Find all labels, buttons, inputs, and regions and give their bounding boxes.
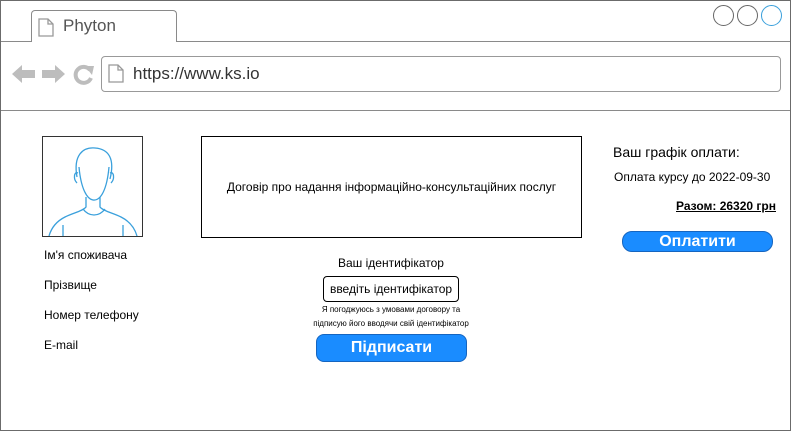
payment-schedule-title: Ваш графік оплати: <box>613 144 740 160</box>
payment-due-date: Оплата курсу до 2022-09-30 <box>614 170 771 184</box>
field-surname: Прізвище <box>44 278 97 292</box>
page-icon <box>38 18 54 42</box>
reload-icon[interactable] <box>72 64 94 91</box>
field-username: Ім'я споживача <box>44 248 128 262</box>
identifier-label: Ваш ідентифікатор <box>338 256 444 270</box>
payment-total: Разом: 26320 грн <box>676 199 776 213</box>
browser-tab[interactable]: Phyton <box>31 10 177 42</box>
back-arrow-icon[interactable] <box>12 65 36 88</box>
forward-arrow-icon[interactable] <box>41 65 65 88</box>
avatar <box>42 136 143 237</box>
pay-button[interactable]: Оплатити <box>622 231 773 252</box>
user-avatar-icon <box>48 147 138 237</box>
contract-title: Договір про надання інформаційно-консуль… <box>226 180 557 194</box>
agreement-text: Я погоджуюсь з умовами договору та підпи… <box>291 303 491 331</box>
tab-bar: Phyton <box>1 1 790 42</box>
maximize-circle-icon[interactable] <box>737 5 758 26</box>
agreement-line-1: Я погоджуюсь з умовами договору та <box>321 305 461 314</box>
identifier-placeholder: введіть ідентифікатор <box>329 282 453 296</box>
field-phone: Номер телефону <box>44 308 139 322</box>
close-circle-icon[interactable] <box>761 5 782 26</box>
contract-box[interactable]: Договір про надання інформаційно-консуль… <box>201 136 582 238</box>
minimize-circle-icon[interactable] <box>713 5 734 26</box>
sign-button[interactable]: Підписати <box>316 334 467 362</box>
identifier-input[interactable]: введіть ідентифікатор <box>323 276 459 302</box>
address-bar[interactable]: https://www.ks.io <box>101 56 781 92</box>
browser-window: Phyton https://www.ks.io Ім'я споживача … <box>0 0 791 431</box>
url-text[interactable]: https://www.ks.io <box>133 64 260 84</box>
field-email: E-mail <box>44 338 79 352</box>
navigation-bar: https://www.ks.io <box>1 42 790 111</box>
tab-title: Phyton <box>63 16 116 35</box>
page-icon <box>108 64 124 88</box>
agreement-line-2: підписую його вводячи свій ідентифікатор <box>313 319 469 328</box>
